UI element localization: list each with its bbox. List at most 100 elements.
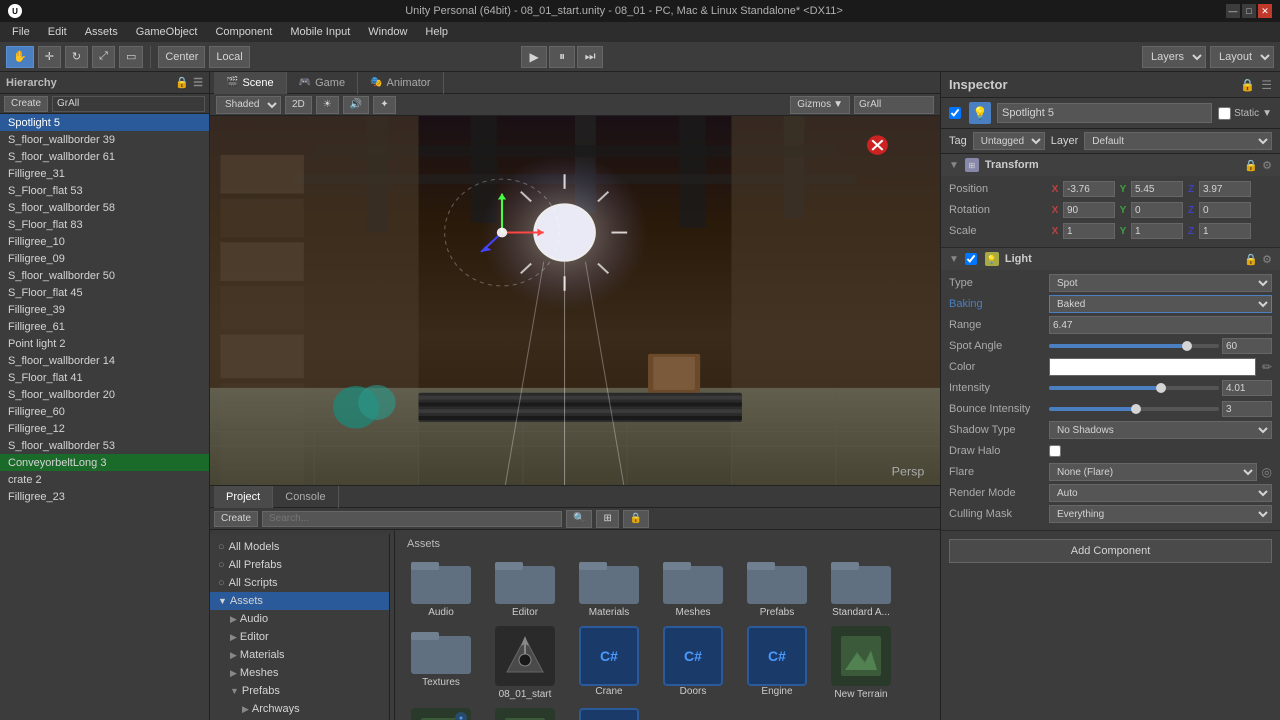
tree-all-models[interactable]: ○ All Models (210, 538, 389, 556)
tool-scale[interactable]: ⤢ (92, 46, 115, 68)
intensity-thumb[interactable] (1156, 383, 1166, 393)
hierarchy-item[interactable]: S_floor_wallborder 14 (0, 352, 209, 369)
tab-project[interactable]: Project (214, 486, 273, 508)
tree-all-prefabs[interactable]: ○ All Prefabs (210, 556, 389, 574)
hierarchy-item[interactable]: Filligree_12 (0, 420, 209, 437)
tool-rect[interactable]: ▭ (119, 46, 143, 68)
tab-animator[interactable]: 🎭 Animator (358, 72, 443, 94)
hierarchy-item[interactable]: ConveyorbeltLong 3 (0, 454, 209, 471)
hierarchy-item[interactable]: S_floor_wallborder 53 (0, 437, 209, 454)
project-search[interactable] (262, 511, 562, 527)
type-select[interactable]: Spot (1049, 274, 1272, 292)
flare-select[interactable]: None (Flare) (1049, 463, 1257, 481)
hierarchy-item[interactable]: Filligree_10 (0, 233, 209, 250)
hierarchy-item[interactable]: S_Floor_flat 83 (0, 216, 209, 233)
hierarchy-item[interactable]: Spotlight 5 (0, 114, 209, 131)
bounce-thumb[interactable] (1131, 404, 1141, 414)
hierarchy-item[interactable]: S_Floor_flat 41 (0, 369, 209, 386)
pause-button[interactable]: ⏸ (549, 46, 575, 68)
tab-game[interactable]: 🎮 Game (287, 72, 358, 94)
pos-y-input[interactable] (1131, 181, 1183, 197)
project-create-btn[interactable]: Create (214, 511, 258, 527)
light-lock-icon[interactable]: 🔒 (1244, 253, 1258, 266)
scene-search[interactable] (854, 96, 934, 114)
asset-materials[interactable]: Materials (571, 556, 647, 618)
bounce-input[interactable] (1222, 401, 1272, 417)
menu-window[interactable]: Window (360, 25, 415, 39)
pivot-center-btn[interactable]: Center (158, 46, 205, 68)
light-enabled-checkbox[interactable] (965, 253, 977, 265)
search-btn[interactable]: 🔍 (566, 510, 592, 528)
scene-view[interactable]: Persp (210, 116, 940, 485)
tag-select[interactable]: Untagged (973, 132, 1045, 150)
tree-assets[interactable]: ▼ Assets (210, 592, 389, 610)
tree-editor[interactable]: ▶ Editor (222, 628, 389, 646)
asset-meshes[interactable]: Meshes (655, 556, 731, 618)
transform-settings-icon[interactable]: ⚙ (1262, 159, 1272, 172)
hierarchy-item[interactable]: Filligree_31 (0, 165, 209, 182)
pos-z-input[interactable] (1199, 181, 1251, 197)
asset-audio[interactable]: Audio (403, 556, 479, 618)
step-button[interactable]: ⏭ (577, 46, 603, 68)
transform-lock-icon[interactable]: 🔒 (1244, 159, 1258, 172)
hierarchy-item[interactable]: S_Floor_flat 53 (0, 182, 209, 199)
menu-help[interactable]: Help (417, 25, 456, 39)
menu-gameobject[interactable]: GameObject (128, 25, 206, 39)
inspector-lock-icon[interactable]: 🔒 (1240, 78, 1255, 92)
asset-doors[interactable]: C# Doors (655, 626, 731, 700)
hierarchy-item[interactable]: Filligree_60 (0, 403, 209, 420)
pivot-local-btn[interactable]: Local (209, 46, 249, 68)
intensity-slider[interactable] (1049, 386, 1219, 390)
object-name-input[interactable] (997, 103, 1212, 123)
hierarchy-item[interactable]: Filligree_61 (0, 318, 209, 335)
asset-snapping[interactable]: C# SnappingCr... (571, 708, 647, 720)
menu-assets[interactable]: Assets (77, 25, 126, 39)
hierarchy-item[interactable]: Point light 2 (0, 335, 209, 352)
tree-meshes[interactable]: ▶ Meshes (222, 664, 389, 682)
spot-angle-thumb[interactable] (1182, 341, 1192, 351)
hierarchy-lock-icon[interactable]: 🔒 (175, 76, 189, 89)
asset-textures[interactable]: Textures (403, 626, 479, 700)
scale-z-input[interactable] (1199, 223, 1251, 239)
tab-scene[interactable]: 🎬 Scene (214, 72, 287, 94)
tool-hand[interactable]: ✋ (6, 46, 34, 68)
lock-btn[interactable]: 🔒 (623, 510, 649, 528)
minimize-button[interactable]: — (1226, 4, 1240, 18)
hierarchy-search[interactable] (52, 96, 205, 112)
hierarchy-item[interactable]: S_Floor_flat 45 (0, 284, 209, 301)
filter-btn[interactable]: ⊞ (596, 510, 618, 528)
layout-select[interactable]: Layout (1210, 46, 1274, 68)
hierarchy-item[interactable]: S_floor_wallborder 39 (0, 131, 209, 148)
hierarchy-menu-icon[interactable]: ☰ (193, 76, 203, 89)
light-settings-icon[interactable]: ⚙ (1262, 253, 1272, 266)
menu-file[interactable]: File (4, 25, 38, 39)
asset-terrain3[interactable]: New Terrain... (487, 708, 563, 720)
rot-y-input[interactable] (1131, 202, 1183, 218)
scale-y-input[interactable] (1131, 223, 1183, 239)
light-header[interactable]: ▼ 💡 Light 🔒 ⚙ (941, 248, 1280, 270)
scale-x-input[interactable] (1063, 223, 1115, 239)
static-dropdown-icon[interactable]: ▼ (1262, 108, 1272, 119)
asset-prefabs[interactable]: Prefabs (739, 556, 815, 618)
shading-select[interactable]: Shaded (216, 96, 281, 114)
rot-z-input[interactable] (1199, 202, 1251, 218)
layer-select[interactable]: Default (1084, 132, 1272, 150)
hierarchy-item[interactable]: S_floor_wallborder 50 (0, 267, 209, 284)
object-active-checkbox[interactable] (949, 107, 961, 119)
static-checkbox[interactable] (1218, 107, 1231, 120)
render-mode-select[interactable]: Auto (1049, 484, 1272, 502)
asset-unity-file[interactable]: 08_01_start (487, 626, 563, 700)
hierarchy-item[interactable]: Filligree_09 (0, 250, 209, 267)
color-swatch[interactable] (1049, 358, 1256, 376)
hierarchy-item[interactable]: S_floor_wallborder 61 (0, 148, 209, 165)
gizmos-button[interactable]: Gizmos ▼ (790, 96, 850, 114)
layers-select[interactable]: Layers (1142, 46, 1206, 68)
lighting-btn[interactable]: ☀ (316, 96, 339, 114)
spot-angle-slider[interactable] (1049, 344, 1219, 348)
tab-console[interactable]: Console (273, 486, 338, 508)
asset-terrain2[interactable]: ● New Terrain... (403, 708, 479, 720)
spot-angle-input[interactable] (1222, 338, 1272, 354)
culling-select[interactable]: Everything (1049, 505, 1272, 523)
hierarchy-item[interactable]: crate 2 (0, 471, 209, 488)
menu-component[interactable]: Component (207, 25, 280, 39)
